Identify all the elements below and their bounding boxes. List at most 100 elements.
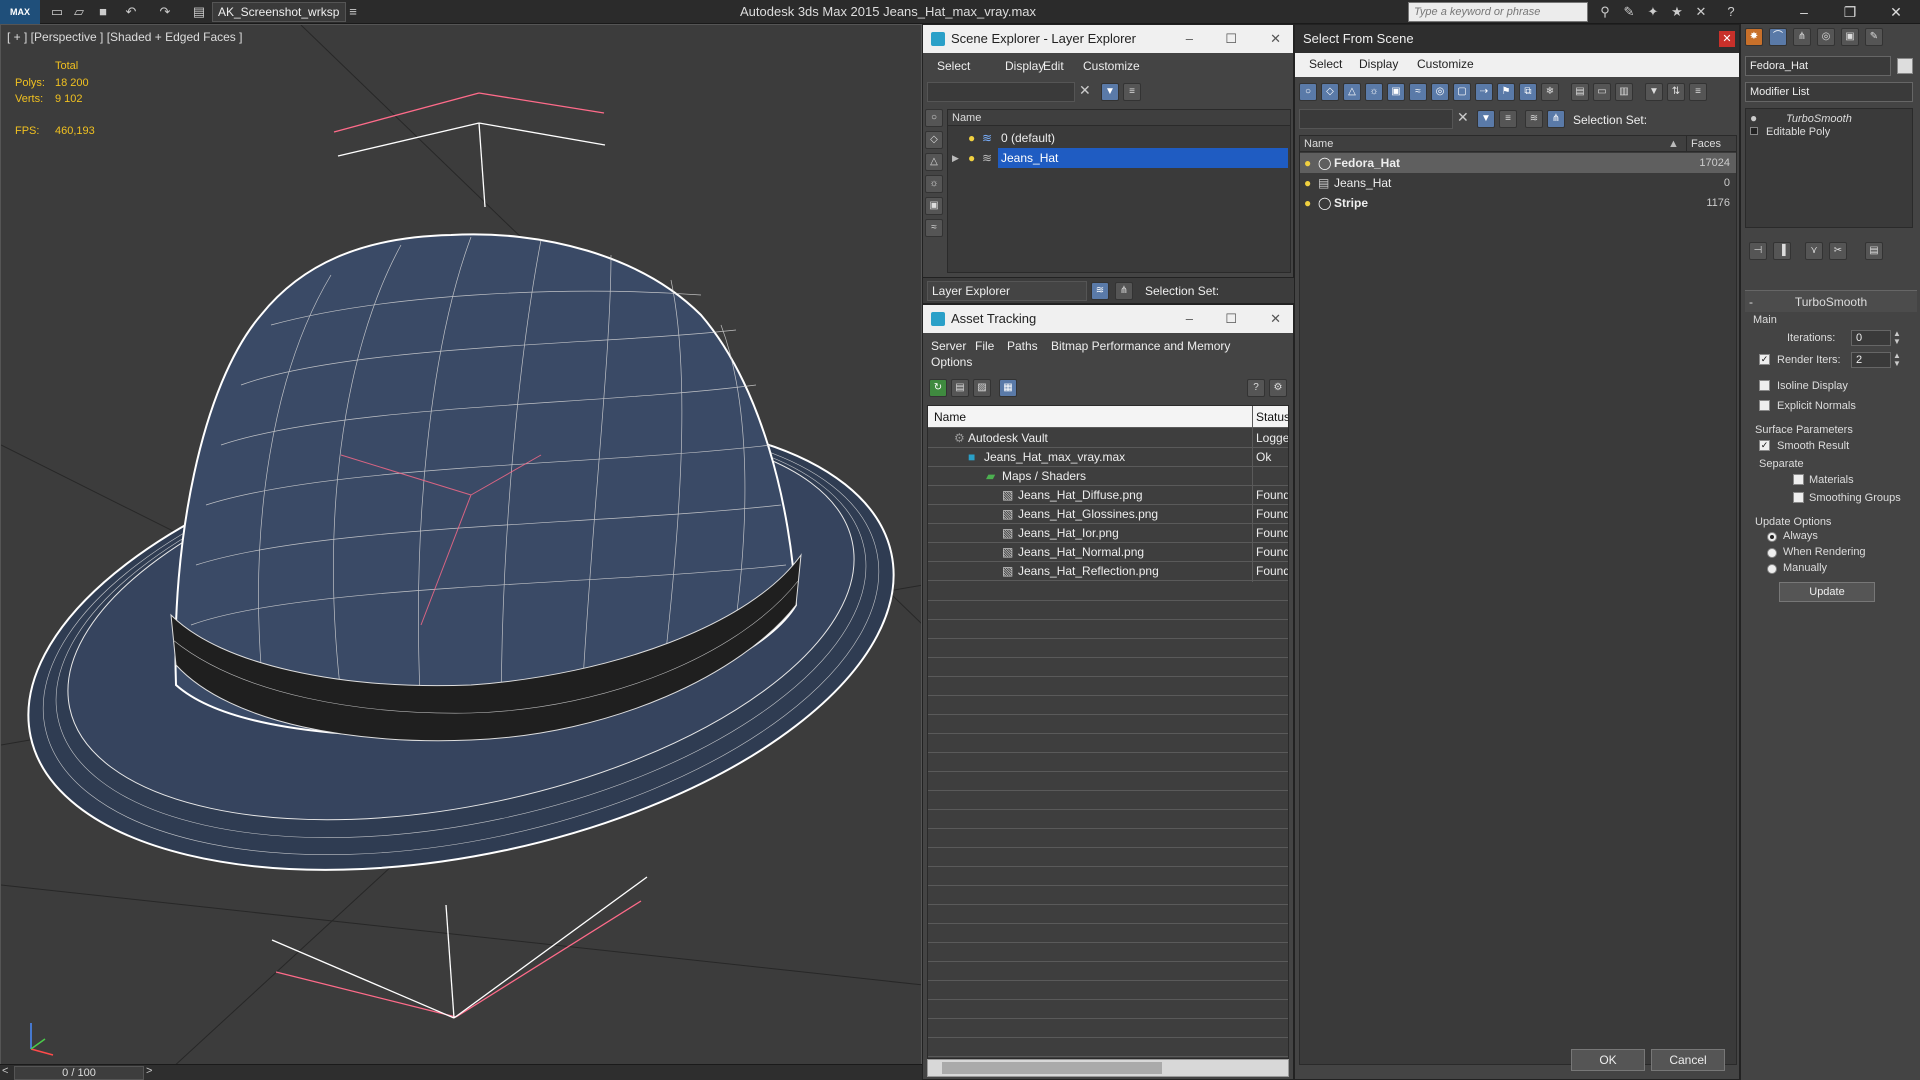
explicit-normals-checkbox[interactable]: ✓	[1759, 400, 1770, 411]
table-row[interactable]: ▰ Maps / Shaders	[928, 467, 1288, 486]
make-unique-icon[interactable]: ⋎	[1805, 242, 1823, 260]
asset-tracking-titlebar[interactable]: Asset Tracking – ☐ ✕	[923, 305, 1293, 333]
sfs-select-none-icon[interactable]: ▭	[1593, 83, 1611, 101]
utilities-tab-icon[interactable]: ✎	[1865, 28, 1883, 46]
sfs-display-shapes-icon[interactable]: △	[1343, 83, 1361, 101]
perspective-viewport[interactable]: [ + ] [Perspective ] [Shaded + Edged Fac…	[0, 24, 922, 1068]
se-filter-icon[interactable]: ▼	[1101, 83, 1119, 101]
update-when-rendering-radio[interactable]	[1767, 548, 1777, 558]
project-folder-icon[interactable]: ▤	[190, 3, 208, 21]
sfs-filter-icon[interactable]: ▼	[1645, 83, 1663, 101]
sfs-clear-filter-icon[interactable]: ✕	[1457, 109, 1469, 126]
at-list-view-icon[interactable]: ▤	[951, 379, 969, 397]
workspace-dropdown[interactable]: AK_Screenshot_wrksp	[212, 2, 346, 22]
sfs-filter-input[interactable]	[1299, 109, 1453, 129]
minimize-icon[interactable]: –	[1784, 0, 1824, 24]
at-maximize-icon[interactable]: ☐	[1225, 305, 1237, 333]
update-always-radio[interactable]	[1767, 532, 1777, 542]
sfs-display-helpers-icon[interactable]: ≈	[1409, 83, 1427, 101]
at-menu-file[interactable]: File	[975, 339, 994, 353]
redo-icon[interactable]: ↷	[156, 3, 174, 21]
close-icon[interactable]: ✕	[1876, 0, 1916, 24]
sfs-col-faces[interactable]: Faces	[1686, 136, 1721, 152]
viewport-label[interactable]: [ + ] [Perspective ] [Shaded + Edged Fac…	[7, 30, 242, 44]
sfs-collapse-icon[interactable]: ≡	[1689, 83, 1707, 101]
se-menu-display[interactable]: Display	[1005, 59, 1044, 73]
at-menu-paths[interactable]: Paths	[1007, 339, 1038, 353]
sfs-display-geometry-icon[interactable]: ◇	[1321, 83, 1339, 101]
se-clear-filter-icon[interactable]: ✕	[1079, 82, 1091, 99]
at-table-view-icon[interactable]: ▦	[999, 379, 1017, 397]
object-name-field[interactable]: Fedora_Hat	[1745, 56, 1891, 76]
iterations-spin-arrows-icon[interactable]: ▲ ▼	[1893, 330, 1901, 346]
se-minimize-icon[interactable]: –	[1186, 25, 1193, 53]
list-item[interactable]: ● ◯ Stripe 1176	[1300, 193, 1736, 213]
render-iters-checkbox[interactable]: ✓	[1759, 354, 1770, 365]
sfs-display-frozen-icon[interactable]: ❄	[1541, 83, 1559, 101]
list-item[interactable]: ● ▤ Jeans_Hat 0	[1300, 173, 1736, 193]
table-row[interactable]: ▧ Jeans_Hat_Ior.png Found	[928, 524, 1288, 543]
sfs-display-groups-icon[interactable]: ▢	[1453, 83, 1471, 101]
lightbulb-icon[interactable]: ●	[968, 148, 975, 168]
se-display-objects-icon[interactable]: ○	[925, 109, 943, 127]
lightbulb-icon[interactable]: ●	[1304, 193, 1311, 213]
sfs-display-lights-icon[interactable]: ☼	[1365, 83, 1383, 101]
save-icon[interactable]: ■	[94, 3, 112, 21]
show-end-result-icon[interactable]: ▐	[1773, 242, 1791, 260]
open-file-icon[interactable]: ▱	[70, 3, 88, 21]
table-row[interactable]: ▧ Jeans_Hat_Diffuse.png Found	[928, 486, 1288, 505]
at-col-name[interactable]: Name	[934, 406, 966, 428]
materials-checkbox[interactable]: ✓	[1793, 474, 1804, 485]
se-layers-mode-icon[interactable]: ≋	[1091, 282, 1109, 300]
lightbulb-icon[interactable]: ●	[1304, 173, 1311, 193]
at-horizontal-scrollbar[interactable]	[927, 1059, 1289, 1077]
explorer-type-dropdown[interactable]: Layer Explorer	[927, 281, 1087, 301]
sfs-display-bones-icon[interactable]: ⚑	[1497, 83, 1515, 101]
at-settings-icon[interactable]: ⚙	[1269, 379, 1287, 397]
lightbulb-icon[interactable]: ●	[968, 128, 975, 148]
scene-explorer-titlebar[interactable]: Scene Explorer - Layer Explorer – ☐ ✕	[923, 25, 1293, 53]
sfs-select-all-icon[interactable]: ▤	[1571, 83, 1589, 101]
table-row[interactable]: ■ Jeans_Hat_max_vray.max Ok	[928, 448, 1288, 467]
se-close-icon[interactable]: ✕	[1270, 25, 1281, 53]
se-menu-customize[interactable]: Customize	[1083, 59, 1140, 73]
remove-modifier-icon[interactable]: ✂	[1829, 242, 1847, 260]
se-hierarchy-mode-icon[interactable]: ⋔	[1115, 282, 1133, 300]
sfs-col-name[interactable]: Name	[1304, 136, 1333, 152]
hierarchy-tab-icon[interactable]: ⋔	[1793, 28, 1811, 46]
favorites-icon[interactable]: ★	[1668, 3, 1686, 21]
modifier-list-dropdown[interactable]: Modifier List	[1745, 82, 1913, 102]
sfs-display-xrefs-icon[interactable]: ⇢	[1475, 83, 1493, 101]
tools-icon[interactable]: ✎	[1620, 3, 1638, 21]
sfs-filter-toggle-icon[interactable]: ▼	[1477, 110, 1495, 128]
isoline-display-checkbox[interactable]: ✓	[1759, 380, 1770, 391]
configure-sets-icon[interactable]: ▤	[1865, 242, 1883, 260]
se-maximize-icon[interactable]: ☐	[1225, 25, 1237, 53]
sfs-layer-icon[interactable]: ≡	[1499, 110, 1517, 128]
at-col-status[interactable]: Status	[1256, 406, 1288, 428]
at-menu-server[interactable]: Server	[931, 339, 966, 353]
sfs-layers-mode-icon[interactable]: ≋	[1525, 110, 1543, 128]
modifier-lightbulb-icon[interactable]: ●	[1750, 111, 1757, 125]
smoothing-groups-checkbox[interactable]: ✓	[1793, 492, 1804, 503]
sfs-display-containers-icon[interactable]: ⧉	[1519, 83, 1537, 101]
scrollbar-thumb[interactable]	[942, 1062, 1162, 1074]
modify-tab-icon[interactable]: ⌒	[1769, 28, 1787, 46]
create-tab-icon[interactable]: ✸	[1745, 28, 1763, 46]
sfs-menu-customize[interactable]: Customize	[1417, 57, 1474, 71]
time-next-button[interactable]: >	[146, 1065, 152, 1077]
ok-button[interactable]: OK	[1571, 1049, 1645, 1071]
layer-row[interactable]: ● ≋ 0 (default)	[948, 128, 1290, 148]
se-menu-select[interactable]: Select	[937, 59, 970, 73]
restore-icon[interactable]: ❐	[1830, 0, 1870, 24]
sfs-display-objects-icon[interactable]: ○	[1299, 83, 1317, 101]
at-close-icon[interactable]: ✕	[1270, 305, 1281, 333]
time-prev-button[interactable]: <	[2, 1065, 8, 1077]
quick-access-menu-icon[interactable]: ≡	[344, 3, 362, 21]
layer-row[interactable]: ▶ ● ≋ Jeans_Hat	[948, 148, 1290, 168]
help-icon[interactable]: ?	[1722, 3, 1740, 21]
select-from-scene-titlebar[interactable]: Select From Scene ✕	[1295, 25, 1739, 53]
new-file-icon[interactable]: ▭	[48, 3, 66, 21]
sfs-display-spacewarps-icon[interactable]: ◎	[1431, 83, 1449, 101]
sfs-menu-display[interactable]: Display	[1359, 57, 1398, 71]
